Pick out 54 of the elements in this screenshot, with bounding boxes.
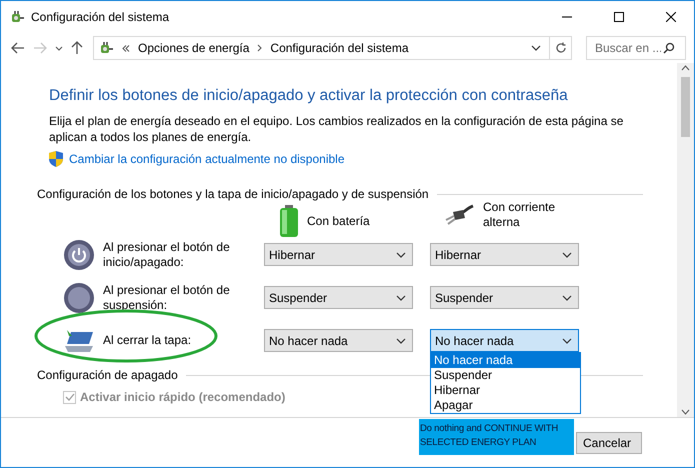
page-description: Elija el plan de energía deseado en el equipo. Los cambios realizados en la configuración de esta página se aplican a todos los planes de energía. bbox=[49, 113, 624, 145]
cancel-button[interactable]: Cancelar bbox=[576, 432, 642, 454]
column-header: Con corriente alterna bbox=[483, 200, 556, 230]
page-heading: Definir los botones de inicio/apagado y activar la protección con contraseña bbox=[49, 87, 569, 105]
scroll-up-icon[interactable] bbox=[681, 65, 690, 71]
maximize-icon bbox=[614, 12, 624, 22]
window-title: Configuración del sistema bbox=[31, 10, 170, 24]
close-icon bbox=[666, 12, 676, 22]
power-plug-icon bbox=[98, 40, 114, 56]
battery-icon bbox=[279, 205, 299, 237]
chevron-down-icon bbox=[396, 338, 406, 344]
ac-dropdown[interactable]: No hacer nada bbox=[430, 329, 579, 352]
address-bar[interactable]: Opciones de energía Configuración del sistema bbox=[93, 36, 550, 60]
overflow-chevron-icon bbox=[122, 44, 130, 52]
power-plug-icon bbox=[445, 204, 475, 226]
section-title: Configuración de los botones y la tapa de inicio/apagado y de suspensión bbox=[37, 187, 429, 201]
column-header: Con batería bbox=[307, 214, 371, 228]
chevron-down-icon bbox=[562, 252, 572, 258]
sleep-button-icon bbox=[63, 282, 95, 314]
breadcrumb-separator-icon bbox=[257, 44, 262, 52]
setting-label: Al presionar el botón de inicio/apagado: bbox=[103, 240, 231, 270]
chevron-down-icon bbox=[562, 294, 572, 300]
breadcrumb[interactable]: Configuración del sistema bbox=[270, 41, 408, 55]
search-field[interactable]: Buscar en ... bbox=[586, 36, 686, 60]
battery-dropdown[interactable]: Suspender bbox=[264, 286, 413, 309]
setting-label: Al presionar el botón de suspensión: bbox=[103, 282, 231, 312]
chevron-down-icon bbox=[396, 294, 406, 300]
address-history-icon bbox=[531, 45, 541, 51]
dropdown-option[interactable]: No hacer nada bbox=[431, 353, 580, 368]
annotation-note: Do nothing and CONTINUE WITH SELECTED ENERGY PLAN bbox=[419, 419, 574, 455]
recent-pages-icon[interactable] bbox=[55, 46, 63, 50]
scroll-down-icon[interactable] bbox=[681, 409, 690, 415]
breadcrumb[interactable]: Opciones de energía bbox=[138, 41, 250, 55]
chevron-down-icon bbox=[396, 252, 406, 258]
power-button-icon bbox=[63, 238, 95, 270]
checkbox-label: Activar inicio rápido (recomendado) bbox=[80, 390, 286, 404]
battery-dropdown[interactable]: No hacer nada bbox=[264, 329, 413, 352]
power-plug-icon bbox=[9, 9, 25, 25]
refresh-button[interactable] bbox=[550, 36, 572, 60]
battery-dropdown[interactable]: Hibernar bbox=[264, 243, 413, 266]
ac-dropdown[interactable]: Hibernar bbox=[430, 243, 579, 266]
search-icon bbox=[663, 42, 675, 54]
scrollbar-thumb[interactable] bbox=[681, 77, 690, 137]
section-title: Configuración de apagado bbox=[37, 368, 178, 382]
refresh-icon bbox=[554, 42, 566, 54]
scrollbar[interactable] bbox=[677, 63, 694, 417]
admin-settings-link[interactable]: Cambiar la configuración actualmente no disponible bbox=[69, 152, 344, 166]
shield-icon bbox=[49, 151, 63, 167]
back-arrow-icon[interactable] bbox=[11, 42, 25, 54]
laptop-icon bbox=[63, 328, 95, 354]
chevron-down-icon bbox=[562, 338, 572, 344]
ac-dropdown[interactable]: Suspender bbox=[430, 286, 579, 309]
setting-label: Al cerrar la tapa: bbox=[103, 333, 192, 348]
up-arrow-icon[interactable] bbox=[71, 41, 83, 55]
